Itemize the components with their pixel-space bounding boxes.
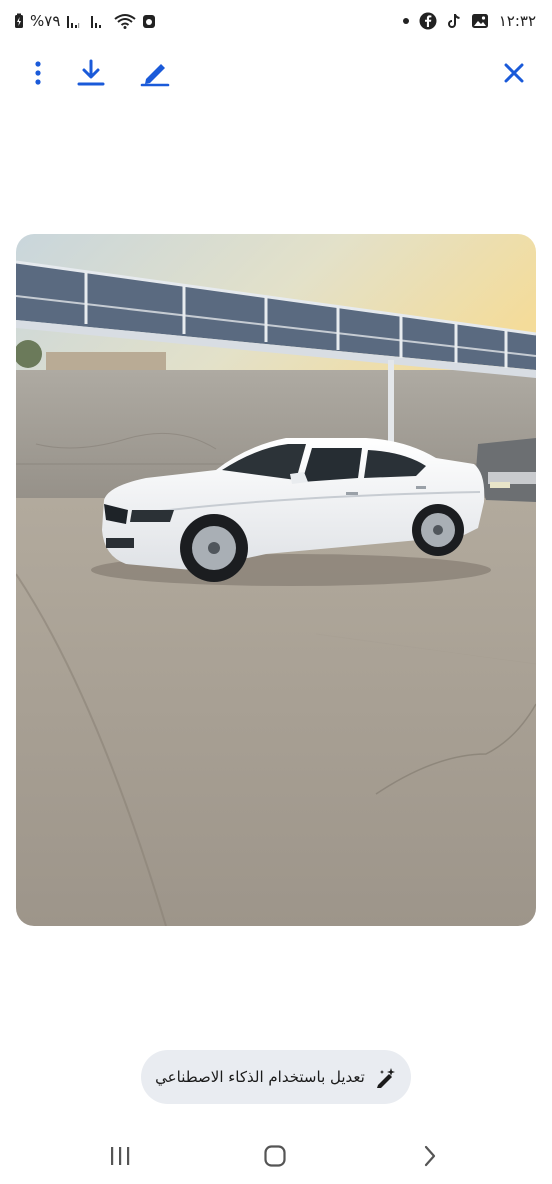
ai-edit-label: تعديل باستخدام الذكاء الاصطناعي [155,1068,365,1086]
signal-strength-icon-2 [90,13,108,29]
system-navigation-bar [0,1124,552,1184]
wifi-icon [114,13,137,29]
notification-dot-icon [402,18,409,24]
tiktok-icon [447,13,461,29]
battery-percent: %٧٩ [30,12,61,30]
chevron-right-icon [424,1145,436,1167]
facebook-icon [419,12,437,30]
signal-strength-icon: l [66,13,84,29]
battery-charging-icon [14,13,24,29]
recent-apps-button[interactable] [100,1136,140,1176]
status-bar: %٧٩ l ١٢:٣٢ [0,0,552,42]
viewer-toolbar [0,50,552,96]
status-left-group: %٧٩ l [14,10,156,32]
ai-edit-button[interactable]: تعديل باستخدام الذكاء الاصطناعي [141,1050,411,1104]
pencil-icon [140,64,170,87]
recent-apps-icon [111,1147,130,1165]
more-options-button[interactable] [19,54,57,92]
front-wheel [180,514,248,582]
download-icon [77,59,105,86]
car-photo [16,234,536,926]
home-icon [264,1145,286,1167]
close-button[interactable] [495,54,533,92]
back-button[interactable] [410,1136,450,1176]
home-button[interactable] [255,1136,295,1176]
svg-text:l: l [78,23,80,29]
close-icon [504,63,524,83]
data-saver-icon [142,13,156,29]
more-vertical-icon [35,61,41,85]
clock: ١٢:٣٢ [498,12,536,30]
download-button[interactable] [72,54,110,92]
status-right-group: ١٢:٣٢ [402,10,536,32]
rear-wheel [412,504,464,556]
photos-icon [471,13,489,29]
magic-pencil-icon [375,1066,397,1088]
edit-button[interactable] [136,54,174,92]
photo-viewer-image[interactable] [16,234,536,926]
